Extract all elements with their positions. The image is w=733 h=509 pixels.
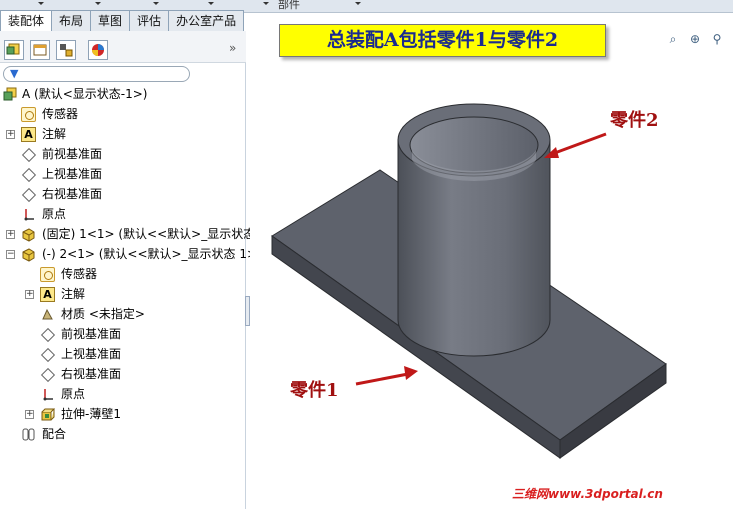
tree-label: 拉伸-薄壁1 bbox=[61, 407, 121, 421]
tree-label: (固定) 1<1> (默认<<默认>_显示状态 bbox=[42, 227, 256, 241]
tree-item-part2-sensors[interactable]: 传感器 bbox=[0, 264, 246, 284]
tree-item-part2-annotations[interactable]: + A 注解 bbox=[0, 284, 246, 304]
tree-item-annotations[interactable]: + A 注解 bbox=[0, 124, 246, 144]
expand-toggle[interactable]: + bbox=[25, 290, 34, 299]
tree-label: 上视基准面 bbox=[42, 167, 103, 181]
tree-item-part2-right-plane[interactable]: 右视基准面 bbox=[0, 364, 246, 384]
sensor-icon bbox=[21, 107, 36, 122]
annotation-icon: A bbox=[40, 287, 55, 302]
plane-icon bbox=[40, 367, 55, 382]
tree-label: 原点 bbox=[61, 387, 86, 401]
assembly-icon bbox=[3, 87, 17, 101]
tree-item-part2-front-plane[interactable]: 前视基准面 bbox=[0, 324, 246, 344]
plane-icon bbox=[21, 167, 36, 182]
page-title: 总装配A包括零件1与零件2 bbox=[279, 24, 606, 57]
plane-icon bbox=[21, 187, 36, 202]
tree-label: 原点 bbox=[42, 207, 67, 221]
part-icon bbox=[22, 228, 35, 242]
configuration-manager-icon[interactable] bbox=[56, 40, 76, 60]
part2-cylinder[interactable] bbox=[397, 103, 551, 357]
tree-label: (-) 2<1> (默认<<默认>_显示状态 1> bbox=[42, 247, 258, 261]
expand-panel-icon[interactable]: » bbox=[229, 41, 236, 55]
zoom-to-fit-icon[interactable]: ⌕ bbox=[665, 31, 681, 47]
tree-item-mates[interactable]: 配合 bbox=[0, 424, 246, 444]
dropdown-arrow-icon[interactable] bbox=[208, 2, 214, 5]
dropdown-arrow-icon[interactable] bbox=[153, 2, 159, 5]
feature-manager-panel: » ▼ A (默认<显示状态-1>) 传感器 + A 注解 前视基准面 上视基准… bbox=[0, 31, 257, 509]
tab-layout[interactable]: 布局 bbox=[51, 10, 92, 31]
plane-icon bbox=[40, 347, 55, 362]
tree-label: 传感器 bbox=[42, 107, 79, 121]
tree-item-part2-origin[interactable]: 原点 bbox=[0, 384, 246, 404]
dropdown-arrow-icon[interactable] bbox=[263, 2, 269, 5]
view-orient-icon[interactable]: ⚲ bbox=[709, 31, 725, 47]
tree-item-material[interactable]: 材质 <未指定> bbox=[0, 304, 246, 324]
tree-item-sensors[interactable]: 传感器 bbox=[0, 104, 246, 124]
origin-icon bbox=[43, 389, 53, 401]
expand-toggle[interactable]: + bbox=[25, 410, 34, 419]
extrude-icon bbox=[41, 408, 55, 421]
tab-office-products[interactable]: 办公室产品 bbox=[168, 10, 245, 31]
tree-label: A (默认<显示状态-1>) bbox=[22, 87, 148, 101]
annotation-icon: A bbox=[21, 127, 36, 142]
callout-part2-label: 零件2 bbox=[610, 110, 659, 131]
mates-icon bbox=[22, 428, 35, 441]
dropdown-arrow-icon[interactable] bbox=[38, 2, 44, 5]
tree-label: 材质 <未指定> bbox=[61, 307, 145, 321]
tree-label: 右视基准面 bbox=[61, 367, 122, 381]
origin-icon bbox=[24, 209, 34, 221]
tree-label: 配合 bbox=[42, 427, 67, 441]
tree-item-assembly-a[interactable]: A (默认<显示状态-1>) bbox=[0, 84, 246, 104]
display-manager-icon[interactable] bbox=[88, 40, 108, 60]
tab-assembly[interactable]: 装配体 bbox=[0, 10, 53, 32]
tree-item-front-plane[interactable]: 前视基准面 bbox=[0, 144, 246, 164]
tree-item-origin[interactable]: 原点 bbox=[0, 204, 246, 224]
tree-label: 注解 bbox=[61, 287, 86, 301]
assembly-model-view bbox=[271, 103, 667, 459]
callout-part1-label: 零件1 bbox=[290, 380, 339, 401]
tab-sketch[interactable]: 草图 bbox=[90, 10, 131, 31]
tab-evaluate[interactable]: 评估 bbox=[129, 10, 170, 31]
collapse-toggle[interactable]: − bbox=[6, 250, 15, 259]
zoom-area-icon[interactable]: ⊕ bbox=[687, 31, 703, 47]
filter-icon[interactable]: ▼ bbox=[10, 67, 18, 80]
feature-manager-toolbar: » bbox=[0, 31, 246, 63]
expand-toggle[interactable]: + bbox=[6, 130, 15, 139]
tree-item-part2[interactable]: − (-) 2<1> (默认<<默认>_显示状态 1> bbox=[0, 244, 257, 264]
tree-item-top-plane[interactable]: 上视基准面 bbox=[0, 164, 246, 184]
tree-label: 注解 bbox=[42, 127, 67, 141]
dropdown-arrow-icon[interactable] bbox=[95, 2, 101, 5]
tree-label: 右视基准面 bbox=[42, 187, 103, 201]
tree-label: 上视基准面 bbox=[61, 347, 122, 361]
tree-item-extrude-thin[interactable]: + 拉伸-薄壁1 bbox=[0, 404, 246, 424]
feature-tree-icon[interactable] bbox=[4, 40, 24, 60]
tree-label: 前视基准面 bbox=[42, 147, 103, 161]
material-icon bbox=[42, 308, 53, 320]
tree-item-right-plane[interactable]: 右视基准面 bbox=[0, 184, 246, 204]
tree-label: 传感器 bbox=[61, 267, 98, 281]
expand-toggle[interactable]: + bbox=[6, 230, 15, 239]
tree-item-part2-top-plane[interactable]: 上视基准面 bbox=[0, 344, 246, 364]
property-manager-icon[interactable] bbox=[30, 40, 50, 60]
tree-filter-input[interactable]: ▼ bbox=[3, 66, 190, 82]
graphics-area[interactable]: ⌕ ⊕ ⚲ bbox=[250, 13, 733, 509]
tree-item-part1[interactable]: + (固定) 1<1> (默认<<默认>_显示状态 bbox=[0, 224, 255, 244]
dropdown-arrow-icon[interactable] bbox=[355, 2, 361, 5]
tree-label: 前视基准面 bbox=[61, 327, 122, 341]
plane-icon bbox=[21, 147, 36, 162]
plane-icon bbox=[40, 327, 55, 342]
sensor-icon bbox=[40, 267, 55, 282]
watermark: 三维网www.3dportal.cn bbox=[512, 487, 663, 501]
part-icon bbox=[22, 248, 35, 262]
